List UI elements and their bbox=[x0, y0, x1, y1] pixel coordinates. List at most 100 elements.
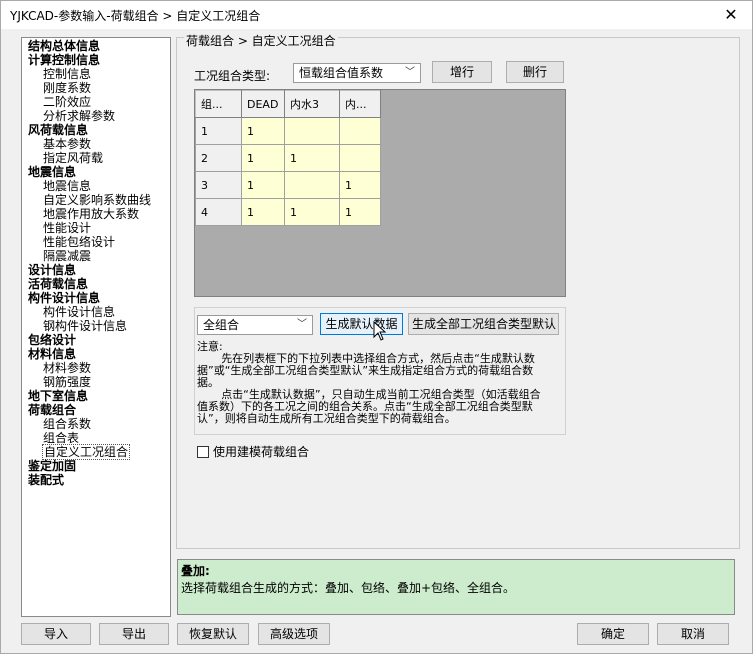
grid-cell[interactable]: 1 bbox=[241, 144, 285, 172]
tree-item[interactable]: 性能设计 bbox=[22, 221, 170, 235]
cancel-button[interactable]: 取消 bbox=[657, 623, 729, 645]
tree-item[interactable]: 分析求解参数 bbox=[22, 109, 170, 123]
import-button[interactable]: 导入 bbox=[21, 623, 91, 645]
window-title: YJKCAD-参数输入-荷载组合 > 自定义工况组合 bbox=[10, 9, 261, 23]
grid-cell[interactable]: 1 bbox=[284, 144, 340, 172]
tree-item[interactable]: 活荷载信息 bbox=[22, 277, 170, 291]
tree-item-label: 性能包络设计 bbox=[43, 235, 116, 249]
tree-item-label: 钢筋强度 bbox=[43, 375, 92, 389]
tree-item[interactable]: 钢筋强度 bbox=[22, 375, 170, 389]
generate-mode-select[interactable]: 全组合 ﹀ bbox=[197, 315, 313, 335]
tree-item[interactable]: 基本参数 bbox=[22, 137, 170, 151]
grid-cell[interactable] bbox=[284, 171, 340, 199]
tree-item[interactable]: 结构总体信息 bbox=[22, 39, 170, 53]
grid-cell[interactable]: 1 bbox=[339, 198, 381, 226]
grid-row-header[interactable]: 4 bbox=[195, 198, 242, 226]
tree-item-label: 自定义工况组合 bbox=[42, 444, 131, 460]
ok-button[interactable]: 确定 bbox=[577, 623, 649, 645]
tree-item[interactable]: 地震信息 bbox=[22, 179, 170, 193]
tree-item[interactable]: 风荷载信息 bbox=[22, 123, 170, 137]
tree-item-label: 风荷载信息 bbox=[28, 123, 89, 137]
tree-item-label: 地震作用放大系数 bbox=[43, 207, 140, 221]
grid-cell[interactable]: 1 bbox=[284, 198, 340, 226]
advanced-options-button[interactable]: 高级选项 bbox=[258, 623, 330, 645]
tree-item[interactable]: 性能包络设计 bbox=[22, 235, 170, 249]
help-text: 选择荷载组合生成的方式：叠加、包络、叠加+包络、全组合。 bbox=[181, 581, 516, 595]
help-title: 叠加: bbox=[181, 564, 210, 578]
combo-type-value: 恒载组合值系数 bbox=[299, 66, 384, 80]
tree-item-label: 构件设计信息 bbox=[28, 291, 101, 305]
grid-cell[interactable] bbox=[339, 144, 381, 172]
tree-item-label: 基本参数 bbox=[43, 137, 92, 151]
tree-item-label: 活荷载信息 bbox=[28, 277, 89, 291]
grid-row: 11 bbox=[195, 117, 381, 145]
chevron-down-icon: ﹀ bbox=[297, 319, 307, 330]
tree-item[interactable]: 组合系数 bbox=[22, 417, 170, 431]
grid-header-cell[interactable]: DEAD bbox=[241, 90, 285, 118]
tree-item[interactable]: 二阶效应 bbox=[22, 95, 170, 109]
grid-header-cell[interactable]: 内水3 bbox=[284, 90, 340, 118]
tree-item[interactable]: 地下室信息 bbox=[22, 389, 170, 403]
help-panel: 叠加: 选择荷载组合生成的方式：叠加、包络、叠加+包络、全组合。 bbox=[177, 559, 735, 615]
checkbox-box[interactable] bbox=[197, 446, 209, 458]
chevron-down-icon: ﹀ bbox=[405, 67, 415, 78]
combination-table: 组... DEAD 内水3 内... 112113114111 bbox=[195, 90, 381, 226]
tree-item[interactable]: 指定风荷载 bbox=[22, 151, 170, 165]
tree-item-label: 控制信息 bbox=[43, 67, 92, 81]
tree-item-label: 装配式 bbox=[28, 473, 65, 487]
combo-type-select[interactable]: 恒载组合值系数 ﹀ bbox=[293, 63, 421, 83]
delete-row-button[interactable]: 删行 bbox=[506, 61, 564, 83]
tree-item[interactable]: 设计信息 bbox=[22, 263, 170, 277]
add-row-button[interactable]: 增行 bbox=[432, 61, 492, 83]
tree-item[interactable]: 自定义影响系数曲线 bbox=[22, 193, 170, 207]
grid-cell[interactable] bbox=[339, 117, 381, 145]
tree-item[interactable]: 地震作用放大系数 bbox=[22, 207, 170, 221]
tree-item[interactable]: 地震信息 bbox=[22, 165, 170, 179]
tree-item[interactable]: 构件设计信息 bbox=[22, 305, 170, 319]
tree-item[interactable]: 构件设计信息 bbox=[22, 291, 170, 305]
use-model-combo-checkbox[interactable]: 使用建模荷载组合 bbox=[197, 443, 309, 460]
tree-item[interactable]: 计算控制信息 bbox=[22, 53, 170, 67]
tree-item-label: 地震信息 bbox=[43, 179, 92, 193]
tree-item[interactable]: 隔震减震 bbox=[22, 249, 170, 263]
grid-cell[interactable] bbox=[284, 117, 340, 145]
grid-cell[interactable]: 1 bbox=[241, 117, 285, 145]
grid-row-header[interactable]: 2 bbox=[195, 144, 242, 172]
parameter-tree[interactable]: 结构总体信息 计算控制信息 控制信息 刚度系数 二阶效应 分析求解参数 风荷载信息 基本参数指… bbox=[21, 37, 171, 617]
panel-breadcrumb: 荷载组合 > 自定义工况组合 bbox=[184, 32, 338, 49]
generate-default-button[interactable]: 生成默认数据 bbox=[320, 313, 403, 335]
grid-cell[interactable]: 1 bbox=[241, 171, 285, 199]
tree-item[interactable]: 刚度系数 bbox=[22, 81, 170, 95]
tree-item[interactable]: 材料参数 bbox=[22, 361, 170, 375]
tree-item-label: 指定风荷载 bbox=[43, 151, 104, 165]
grid-row-header[interactable]: 3 bbox=[195, 171, 242, 199]
grid-header-cell[interactable]: 内... bbox=[339, 90, 381, 118]
tree-item[interactable]: 装配式 bbox=[22, 473, 170, 487]
grid-cell[interactable]: 1 bbox=[241, 198, 285, 226]
tree-item-label: 结构总体信息 bbox=[28, 39, 101, 53]
restore-default-button[interactable]: 恢复默认 bbox=[177, 623, 249, 645]
tree-item[interactable]: 控制信息 bbox=[22, 67, 170, 81]
tree-item-label: 构件设计信息 bbox=[43, 305, 116, 319]
generate-all-default-button[interactable]: 生成全部工况组合类型默认 bbox=[408, 313, 559, 335]
tree-item-label: 地震信息 bbox=[28, 165, 77, 179]
tree-item-label: 二阶效应 bbox=[43, 95, 92, 109]
tree-item-label: 包络设计 bbox=[28, 333, 77, 347]
grid-row-header[interactable]: 1 bbox=[195, 117, 242, 145]
tree-item-label: 刚度系数 bbox=[43, 81, 92, 95]
close-button[interactable]: ✕ bbox=[716, 3, 746, 27]
combination-grid[interactable]: 组... DEAD 内水3 内... 112113114111 bbox=[194, 89, 566, 297]
tree-item-label: 设计信息 bbox=[28, 263, 77, 277]
generate-mode-value: 全组合 bbox=[203, 318, 240, 332]
tree-item[interactable]: 包络设计 bbox=[22, 333, 170, 347]
tree-item[interactable]: 钢构件设计信息 bbox=[22, 319, 170, 333]
export-button[interactable]: 导出 bbox=[99, 623, 169, 645]
tree-item[interactable]: 自定义工况组合 bbox=[22, 444, 170, 460]
dialog-window: YJKCAD-参数输入-荷载组合 > 自定义工况组合 ✕ 结构总体信息 计算控制信… bbox=[0, 0, 753, 654]
grid-header-cell[interactable]: 组... bbox=[195, 90, 242, 118]
tree-item[interactable]: 荷载组合 bbox=[22, 403, 170, 417]
tree-item[interactable]: 鉴定加固 bbox=[22, 459, 170, 473]
tree-item[interactable]: 组合表 bbox=[22, 431, 170, 445]
tree-item[interactable]: 材料信息 bbox=[22, 347, 170, 361]
grid-cell[interactable]: 1 bbox=[339, 171, 381, 199]
